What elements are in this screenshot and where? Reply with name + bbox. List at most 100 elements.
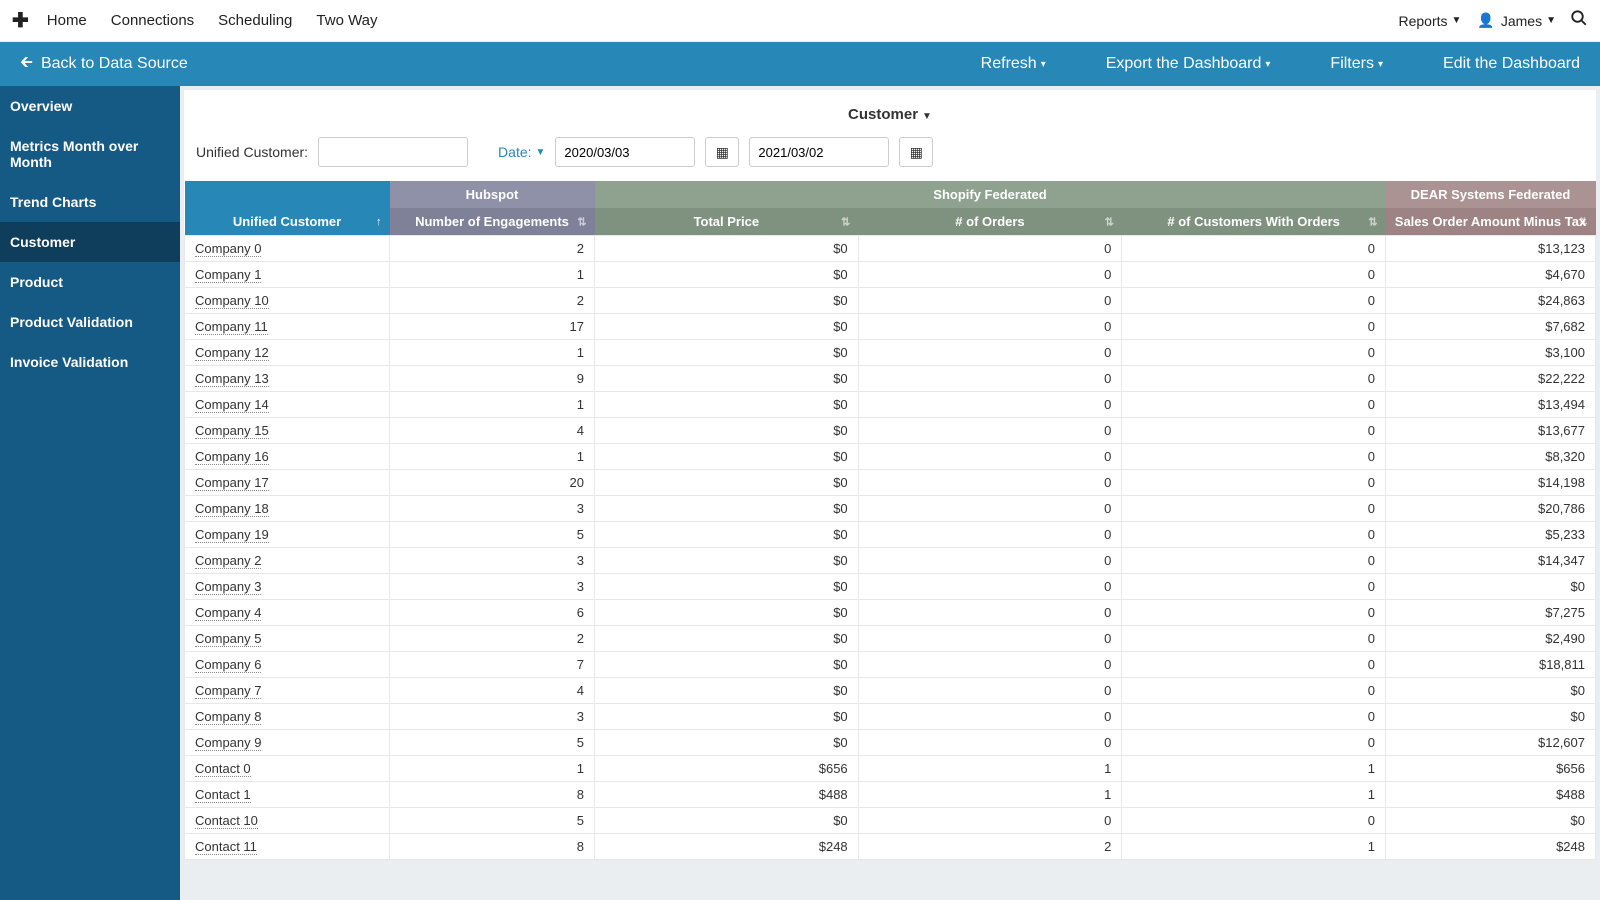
sidebar-item-metrics-mom[interactable]: Metrics Month over Month [0, 126, 180, 182]
caret-down-icon: ▼ [1452, 15, 1462, 26]
cell-orders: 0 [858, 392, 1122, 418]
cell-name[interactable]: Contact 0 [185, 756, 390, 782]
table-row: Company 195$000$5,233 [185, 522, 1596, 548]
panel-title[interactable]: Customer▼ [184, 100, 1596, 137]
sidebar-item-invoice-validation[interactable]: Invoice Validation [0, 342, 180, 382]
cell-total-price: $0 [595, 652, 859, 678]
cell-engagements: 3 [390, 548, 595, 574]
search-icon[interactable] [1570, 9, 1588, 32]
table-row: Company 74$000$0 [185, 678, 1596, 704]
cell-name[interactable]: Company 8 [185, 704, 390, 730]
cell-sales-order-amount: $5,233 [1386, 522, 1596, 548]
cell-name[interactable]: Company 14 [185, 392, 390, 418]
nav-home[interactable]: Home [47, 12, 87, 29]
table-row: Company 161$000$8,320 [185, 444, 1596, 470]
cell-sales-order-amount: $12,607 [1386, 730, 1596, 756]
cell-engagements: 2 [390, 626, 595, 652]
cell-sales-order-amount: $13,677 [1386, 418, 1596, 444]
cell-sales-order-amount: $4,670 [1386, 262, 1596, 288]
cell-engagements: 8 [390, 834, 595, 860]
sidebar-item-overview[interactable]: Overview [0, 86, 180, 126]
cell-customers-with-orders: 0 [1122, 288, 1386, 314]
refresh-button[interactable]: Refresh▾ [981, 55, 1046, 73]
filters-button[interactable]: Filters▾ [1330, 55, 1383, 73]
cell-name[interactable]: Company 16 [185, 444, 390, 470]
cell-engagements: 5 [390, 808, 595, 834]
cell-name[interactable]: Company 18 [185, 496, 390, 522]
cell-orders: 0 [858, 548, 1122, 574]
col-customers-with-orders[interactable]: # of Customers With Orders⇅ [1122, 208, 1386, 236]
table-row: Company 52$000$2,490 [185, 626, 1596, 652]
cell-total-price: $0 [595, 444, 859, 470]
cell-name[interactable]: Company 10 [185, 288, 390, 314]
date-from-input[interactable] [555, 137, 695, 167]
filter-bar: Unified Customer: Date:▼ ▦ ▦ [184, 137, 1596, 181]
sort-asc-icon: ↑ [376, 216, 382, 228]
nav-user[interactable]: 👤James▼ [1477, 12, 1556, 29]
table-row: Contact 118$24821$248 [185, 834, 1596, 860]
main-content: Customer▼ Unified Customer: Date:▼ ▦ ▦ H… [180, 86, 1600, 900]
cell-name[interactable]: Company 17 [185, 470, 390, 496]
cell-orders: 0 [858, 522, 1122, 548]
calendar-to-button[interactable]: ▦ [899, 137, 933, 167]
edit-dashboard-button[interactable]: Edit the Dashboard [1443, 55, 1580, 73]
sidebar-item-customer[interactable]: Customer [0, 222, 180, 262]
cell-engagements: 9 [390, 366, 595, 392]
cell-name[interactable]: Company 15 [185, 418, 390, 444]
nav-connections[interactable]: Connections [111, 12, 194, 29]
cell-sales-order-amount: $248 [1386, 834, 1596, 860]
cell-orders: 0 [858, 626, 1122, 652]
sidebar-item-product-validation[interactable]: Product Validation [0, 302, 180, 342]
col-total-price[interactable]: Total Price⇅ [595, 208, 859, 236]
cell-sales-order-amount: $3,100 [1386, 340, 1596, 366]
date-to-input[interactable] [749, 137, 889, 167]
cell-name[interactable]: Company 1 [185, 262, 390, 288]
cell-engagements: 3 [390, 496, 595, 522]
table-row: Company 46$000$7,275 [185, 600, 1596, 626]
col-engagements[interactable]: Number of Engagements⇅ [390, 208, 595, 236]
unified-customer-input[interactable] [318, 137, 468, 167]
cell-engagements: 4 [390, 418, 595, 444]
col-sales-order-amount[interactable]: Sales Order Amount Minus Tax⇅ [1386, 208, 1596, 236]
cell-sales-order-amount: $22,222 [1386, 366, 1596, 392]
cell-total-price: $0 [595, 704, 859, 730]
cell-name[interactable]: Contact 11 [185, 834, 390, 860]
cell-name[interactable]: Company 4 [185, 600, 390, 626]
cell-name[interactable]: Company 2 [185, 548, 390, 574]
sidebar-item-trend-charts[interactable]: Trend Charts [0, 182, 180, 222]
cell-customers-with-orders: 0 [1122, 366, 1386, 392]
nav-reports[interactable]: Reports▼ [1398, 13, 1461, 29]
export-button[interactable]: Export the Dashboard▾ [1106, 55, 1271, 73]
col-unified-customer[interactable]: Unified Customer↑ [185, 208, 390, 236]
back-to-source[interactable]: 🡰 Back to Data Source [20, 51, 188, 78]
cell-customers-with-orders: 0 [1122, 548, 1386, 574]
sort-icon: ⇅ [1578, 215, 1587, 228]
cell-sales-order-amount: $2,490 [1386, 626, 1596, 652]
cell-engagements: 8 [390, 782, 595, 808]
cell-name[interactable]: Contact 10 [185, 808, 390, 834]
cell-name[interactable]: Company 7 [185, 678, 390, 704]
calendar-from-button[interactable]: ▦ [705, 137, 739, 167]
cell-name[interactable]: Company 12 [185, 340, 390, 366]
cell-name[interactable]: Company 19 [185, 522, 390, 548]
cell-name[interactable]: Company 0 [185, 236, 390, 262]
date-label[interactable]: Date:▼ [498, 144, 545, 160]
plus-icon[interactable]: ✚ [12, 8, 29, 33]
cell-name[interactable]: Company 11 [185, 314, 390, 340]
col-orders[interactable]: # of Orders⇅ [858, 208, 1122, 236]
nav-twoway[interactable]: Two Way [316, 12, 377, 29]
cell-name[interactable]: Company 3 [185, 574, 390, 600]
cell-sales-order-amount: $656 [1386, 756, 1596, 782]
group-shopify: Shopify Federated [595, 181, 1386, 208]
cell-name[interactable]: Company 5 [185, 626, 390, 652]
cell-name[interactable]: Company 6 [185, 652, 390, 678]
sidebar-item-product[interactable]: Product [0, 262, 180, 302]
cell-name[interactable]: Company 9 [185, 730, 390, 756]
cell-total-price: $0 [595, 548, 859, 574]
cell-name[interactable]: Company 13 [185, 366, 390, 392]
cell-name[interactable]: Contact 1 [185, 782, 390, 808]
cell-sales-order-amount: $0 [1386, 678, 1596, 704]
nav-scheduling[interactable]: Scheduling [218, 12, 292, 29]
table-row: Company 1117$000$7,682 [185, 314, 1596, 340]
caret-down-icon: ▾ [1041, 59, 1046, 70]
